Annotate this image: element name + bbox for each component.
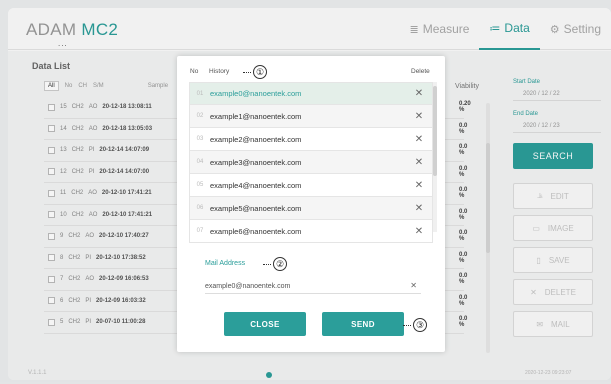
delete-icon[interactable]: ✕ — [406, 157, 432, 168]
device-frame: ADAM MC2 ... ≣ Measure ≔ Data ⚙ Setting — [0, 0, 611, 384]
send-button[interactable]: SEND — [322, 312, 404, 336]
history-scroll-thumb[interactable] — [433, 86, 437, 176]
callout-3-leader — [403, 324, 411, 326]
history-header: No History Delete — [177, 56, 445, 80]
callout-2-leader — [263, 263, 271, 265]
mail-address-input[interactable]: example0@nanoentek.com ✕ — [205, 280, 421, 294]
history-row[interactable]: 07 example6@nanoentek.com ✕ — [189, 220, 433, 243]
history-index: 04 — [196, 159, 204, 165]
callout-2: ② — [263, 257, 287, 271]
delete-icon[interactable]: ✕ — [406, 203, 432, 214]
callout-1-leader — [243, 71, 251, 73]
history-index: 03 — [196, 136, 204, 142]
history-row[interactable]: 04 example3@nanoentek.com ✕ — [189, 151, 433, 174]
callout-1-number: ① — [253, 65, 267, 79]
history-scrollbar[interactable] — [433, 82, 437, 232]
history-row[interactable]: 06 example5@nanoentek.com ✕ — [189, 197, 433, 220]
history-email: example5@nanoentek.com — [210, 203, 302, 213]
callout-1: ① — [243, 65, 267, 79]
history-index: 01 — [196, 90, 204, 97]
close-button[interactable]: CLOSE — [224, 312, 306, 336]
delete-icon[interactable]: ✕ — [406, 134, 432, 145]
delete-icon[interactable]: ✕ — [406, 88, 432, 99]
history-email: example0@nanoentek.com — [210, 89, 302, 98]
history-email: example4@nanoentek.com — [210, 180, 302, 190]
mail-dialog: No History Delete 01 example0@nanoentek.c… — [177, 56, 445, 352]
history-row[interactable]: 02 example1@nanoentek.com ✕ — [189, 105, 433, 128]
col-no: No — [190, 68, 199, 75]
history-email: example1@nanoentek.com — [210, 111, 302, 121]
history-index: 07 — [196, 228, 204, 234]
callout-2-number: ② — [273, 257, 287, 271]
mail-address-label: Mail Address — [205, 260, 246, 267]
mail-address-value: example0@nanoentek.com — [205, 283, 291, 290]
history-email: example3@nanoentek.com — [210, 157, 302, 167]
history-index: 06 — [196, 205, 204, 211]
col-history: History — [209, 68, 230, 75]
clear-icon[interactable]: ✕ — [410, 281, 417, 290]
delete-icon[interactable]: ✕ — [406, 226, 432, 237]
history-row[interactable]: 05 example4@nanoentek.com ✕ — [189, 174, 433, 197]
delete-icon[interactable]: ✕ — [406, 180, 432, 191]
history-email: example2@nanoentek.com — [210, 134, 302, 144]
delete-icon[interactable]: ✕ — [406, 111, 432, 122]
history-row[interactable]: 03 example2@nanoentek.com ✕ — [189, 128, 433, 151]
history-email: example6@nanoentek.com — [210, 226, 302, 236]
history-index: 05 — [196, 182, 204, 188]
history-index: 02 — [196, 113, 204, 119]
history-list: 01 example0@nanoentek.com ✕ 02 example1@nano… — [189, 82, 433, 243]
history-row[interactable]: 01 example0@nanoentek.com ✕ — [189, 82, 433, 105]
callout-3-number: ③ — [413, 318, 427, 332]
col-delete: Delete — [411, 68, 430, 75]
callout-3: ③ — [403, 318, 427, 332]
